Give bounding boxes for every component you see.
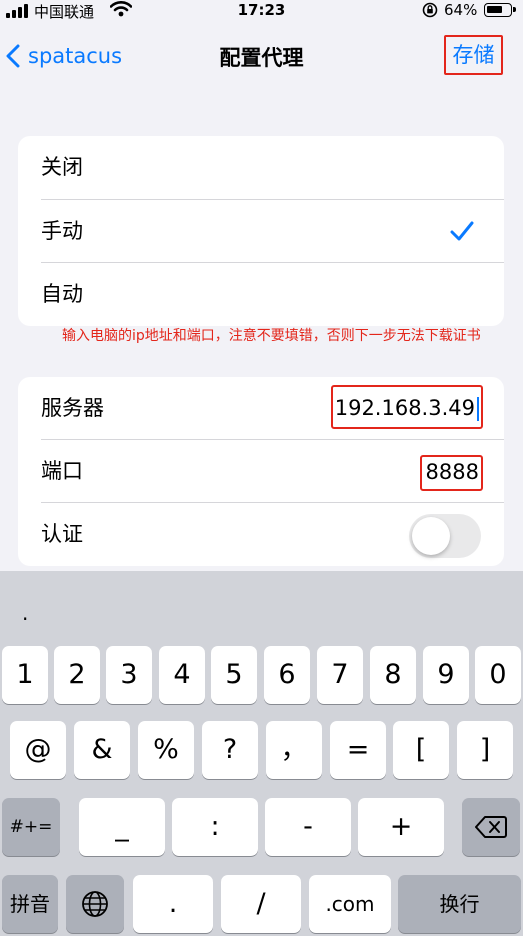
return-key[interactable]: 换行 (398, 875, 521, 933)
key-dot-com[interactable]: .com (309, 875, 391, 933)
key-left-bracket[interactable]: [ (393, 721, 449, 779)
auth-label: 认证 (41, 522, 83, 546)
proxy-mode-auto-option[interactable]: 自动 (18, 263, 504, 326)
key-equals[interactable]: = (330, 721, 386, 779)
key-4[interactable]: 4 (159, 646, 205, 704)
key-slash[interactable]: / (221, 875, 301, 933)
globe-icon (82, 891, 108, 917)
backspace-key[interactable] (462, 798, 520, 856)
server-label: 服务器 (41, 396, 104, 420)
key-8[interactable]: 8 (370, 646, 416, 704)
server-input[interactable]: 192.168.3.49 (331, 385, 483, 429)
key-percent[interactable]: % (138, 721, 194, 779)
globe-key[interactable] (66, 875, 124, 933)
port-label: 端口 (41, 459, 83, 483)
key-right-bracket[interactable]: ] (457, 721, 513, 779)
status-bar: 中国联通 17:23 64% (0, 0, 523, 22)
key-6[interactable]: 6 (264, 646, 310, 704)
proxy-mode-list: 关闭 手动 自动 (18, 136, 504, 326)
key-1[interactable]: 1 (2, 646, 48, 704)
battery-percentage: 64% (444, 1, 478, 19)
key-3[interactable]: 3 (106, 646, 152, 704)
auth-row: 认证 (18, 503, 504, 566)
key-question[interactable]: ? (202, 721, 258, 779)
checkmark-icon (450, 221, 474, 241)
proxy-mode-off-label: 关闭 (41, 155, 83, 179)
backspace-icon (475, 816, 507, 838)
key-pinyin[interactable]: 拼音 (2, 875, 58, 933)
suggestion-bar-item[interactable]: . (22, 601, 28, 625)
key-ampersand[interactable]: & (74, 721, 130, 779)
text-cursor (477, 397, 479, 421)
key-2[interactable]: 2 (54, 646, 100, 704)
auth-toggle[interactable] (409, 514, 481, 558)
key-more-symbols[interactable]: #+= (2, 798, 60, 856)
proxy-mode-off-option[interactable]: 关闭 (18, 136, 504, 199)
save-button[interactable]: 存储 (444, 35, 503, 75)
key-0[interactable]: 0 (475, 646, 521, 704)
proxy-mode-manual-option[interactable]: 手动 (18, 200, 504, 263)
annotation-note: 输入电脑的ip地址和端口，注意不要填错，否则下一步无法下载证书 (62, 328, 481, 344)
proxy-mode-manual-label: 手动 (41, 219, 83, 243)
key-underscore[interactable]: _ (79, 798, 165, 856)
key-7[interactable]: 7 (317, 646, 363, 704)
key-9[interactable]: 9 (423, 646, 469, 704)
key-hyphen[interactable]: - (265, 798, 351, 856)
key-colon[interactable]: : (172, 798, 258, 856)
key-plus[interactable]: + (358, 798, 444, 856)
key-5[interactable]: 5 (211, 646, 257, 704)
port-row: 端口 8888 (18, 440, 504, 503)
port-input[interactable]: 8888 (420, 455, 483, 491)
keyboard: . 1 2 3 4 5 6 7 8 9 0 @ & % ? ， = [ ] #+… (0, 571, 523, 936)
port-input-value: 8888 (425, 460, 479, 484)
battery-icon (484, 3, 516, 17)
key-period[interactable]: . (133, 875, 213, 933)
manual-proxy-settings: 服务器 192.168.3.49 端口 8888 认证 (18, 377, 504, 566)
server-input-value: 192.168.3.49 (334, 396, 475, 420)
orientation-lock-icon (422, 2, 438, 18)
server-row: 服务器 192.168.3.49 (18, 377, 504, 440)
proxy-mode-auto-label: 自动 (41, 282, 83, 306)
key-at[interactable]: @ (10, 721, 66, 779)
key-comma[interactable]: ， (266, 721, 322, 779)
